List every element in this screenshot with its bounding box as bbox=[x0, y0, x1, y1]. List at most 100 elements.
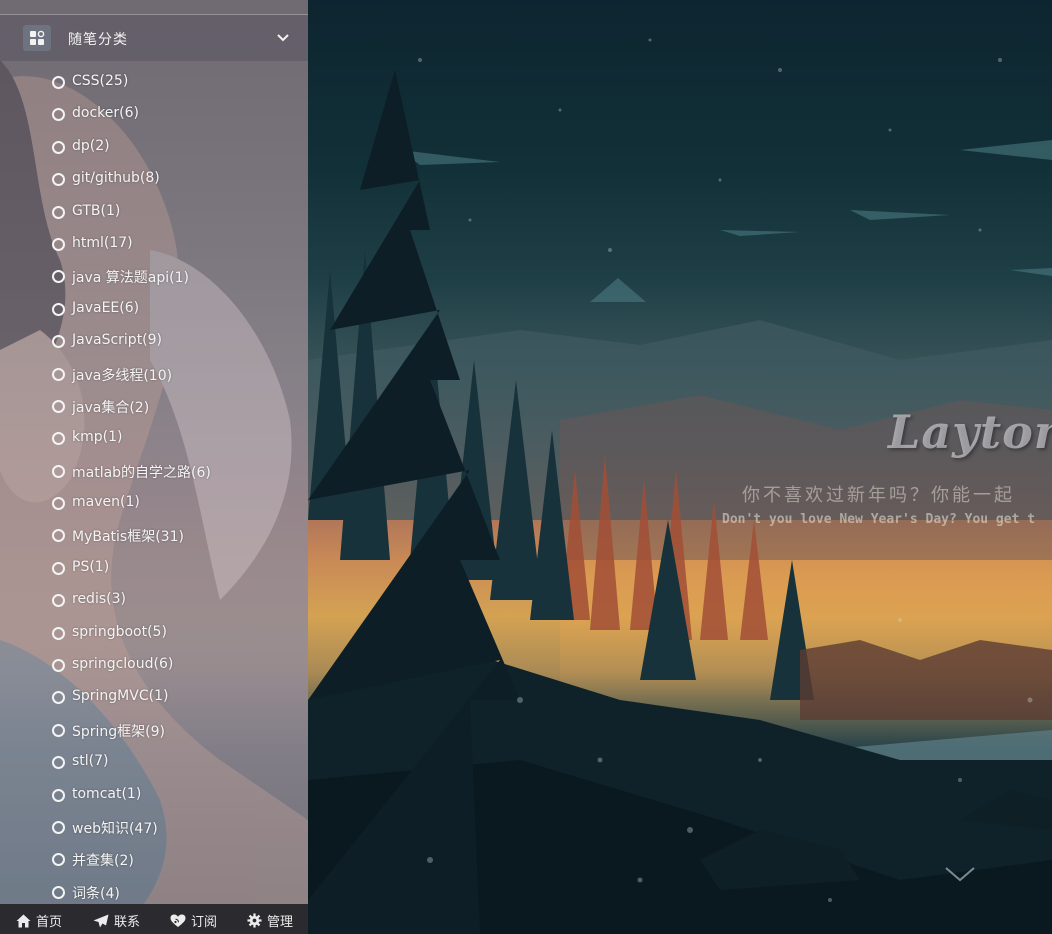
category-label[interactable]: springboot(5) bbox=[72, 624, 167, 640]
category-label[interactable]: stl(7) bbox=[72, 753, 109, 769]
category-label[interactable]: JavaEE(6) bbox=[72, 300, 139, 316]
category-item[interactable]: CSS(25) bbox=[0, 66, 308, 98]
grid-icon bbox=[23, 25, 51, 51]
category-label[interactable]: redis(3) bbox=[72, 591, 126, 607]
circle-bullet-icon bbox=[52, 820, 65, 834]
circle-bullet-icon bbox=[52, 399, 65, 413]
scroll-down-chevron-icon[interactable] bbox=[944, 862, 976, 886]
circle-bullet-icon bbox=[52, 205, 65, 219]
circle-bullet-icon bbox=[52, 853, 65, 867]
circle-bullet-icon bbox=[52, 76, 65, 89]
category-item[interactable]: maven(1) bbox=[0, 487, 308, 519]
category-item[interactable]: java多线程(10) bbox=[0, 358, 308, 390]
circle-bullet-icon bbox=[52, 529, 65, 543]
category-item[interactable]: redis(3) bbox=[0, 584, 308, 616]
nav-contact-label: 联系 bbox=[114, 915, 141, 930]
category-item[interactable]: JavaScript(9) bbox=[0, 325, 308, 357]
category-label[interactable]: 词条(4) bbox=[72, 883, 120, 903]
category-item[interactable]: stl(7) bbox=[0, 746, 308, 778]
category-label[interactable]: dp(2) bbox=[72, 138, 110, 154]
nav-home-label: 首页 bbox=[36, 915, 63, 930]
category-label[interactable]: springcloud(6) bbox=[72, 656, 173, 672]
paper-plane-icon bbox=[93, 914, 109, 927]
hero-subtitle-chinese: 你不喜欢过新年吗？你能一起 bbox=[742, 485, 1015, 506]
category-label[interactable]: web知识(47) bbox=[72, 818, 158, 838]
circle-bullet-icon bbox=[52, 659, 65, 673]
nav-home-link[interactable]: 首页 bbox=[16, 911, 62, 930]
site-brand-title: Layton bbox=[888, 405, 1052, 459]
category-label[interactable]: SpringMVC(1) bbox=[72, 688, 168, 704]
circle-bullet-icon bbox=[52, 367, 65, 381]
category-item[interactable]: docker(6) bbox=[0, 98, 308, 130]
category-item[interactable]: java 算法题api(1) bbox=[0, 260, 308, 292]
category-label[interactable]: PS(1) bbox=[72, 559, 109, 575]
category-label[interactable]: CSS(25) bbox=[72, 73, 128, 89]
circle-bullet-icon bbox=[52, 108, 65, 122]
home-icon bbox=[16, 914, 31, 927]
category-label[interactable]: MyBatis框架(31) bbox=[72, 526, 184, 546]
category-header[interactable]: 随笔分类 bbox=[0, 15, 308, 61]
category-item[interactable]: SpringMVC(1) bbox=[0, 681, 308, 713]
circle-bullet-icon bbox=[52, 723, 65, 737]
circle-bullet-icon bbox=[52, 140, 65, 154]
category-label[interactable]: JavaScript(9) bbox=[72, 332, 162, 348]
circle-bullet-icon bbox=[52, 302, 65, 316]
category-item[interactable]: git/github(8) bbox=[0, 163, 308, 195]
category-label[interactable]: java多线程(10) bbox=[72, 365, 172, 385]
sidebar: 随笔分类 CSS(25) docker(6) dp(2) git/github(… bbox=[0, 0, 308, 934]
chevron-down-icon[interactable] bbox=[276, 31, 290, 45]
circle-bullet-icon bbox=[52, 756, 65, 770]
category-header-title: 随笔分类 bbox=[68, 32, 128, 48]
circle-bullet-icon bbox=[52, 594, 65, 608]
category-label[interactable]: git/github(8) bbox=[72, 170, 160, 186]
category-item[interactable]: springcloud(6) bbox=[0, 649, 308, 681]
category-item[interactable]: dp(2) bbox=[0, 131, 308, 163]
category-item[interactable]: matlab的自学之路(6) bbox=[0, 455, 308, 487]
gear-icon bbox=[247, 913, 262, 928]
nav-subscribe-link[interactable]: 订阅 bbox=[170, 911, 217, 930]
blog-page: Layton 你不喜欢过新年吗？你能一起 Don't you love New … bbox=[0, 0, 1052, 934]
category-item[interactable]: Spring框架(9) bbox=[0, 714, 308, 746]
category-item[interactable]: springboot(5) bbox=[0, 617, 308, 649]
category-item[interactable]: JavaEE(6) bbox=[0, 293, 308, 325]
category-label[interactable]: 并查集(2) bbox=[72, 850, 134, 870]
category-label[interactable]: GTB(1) bbox=[72, 203, 120, 219]
category-label[interactable]: kmp(1) bbox=[72, 429, 122, 445]
category-label[interactable]: java集合(2) bbox=[72, 397, 149, 417]
nav-contact-link[interactable]: 联系 bbox=[93, 911, 140, 930]
nav-manage-label: 管理 bbox=[267, 915, 294, 930]
hero-subtitle-english: Don't you love New Year's Day? You get t bbox=[722, 512, 1036, 527]
circle-bullet-icon bbox=[52, 237, 65, 251]
circle-bullet-icon bbox=[52, 561, 65, 575]
category-item[interactable]: PS(1) bbox=[0, 552, 308, 584]
category-item[interactable]: GTB(1) bbox=[0, 196, 308, 228]
circle-bullet-icon bbox=[52, 270, 65, 284]
circle-bullet-icon bbox=[52, 626, 65, 640]
circle-bullet-icon bbox=[52, 432, 65, 446]
circle-bullet-icon bbox=[52, 335, 65, 349]
category-label[interactable]: maven(1) bbox=[72, 494, 140, 510]
category-list: CSS(25) docker(6) dp(2) git/github(8) GT… bbox=[0, 66, 308, 908]
category-label[interactable]: Spring框架(9) bbox=[72, 721, 165, 741]
circle-bullet-icon bbox=[52, 885, 65, 899]
heart-feed-icon bbox=[170, 914, 186, 927]
category-item[interactable]: 并查集(2) bbox=[0, 843, 308, 875]
category-item[interactable]: tomcat(1) bbox=[0, 779, 308, 811]
nav-manage-link[interactable]: 管理 bbox=[247, 911, 293, 930]
category-item[interactable]: java集合(2) bbox=[0, 390, 308, 422]
category-item[interactable]: kmp(1) bbox=[0, 422, 308, 454]
circle-bullet-icon bbox=[52, 788, 65, 802]
category-label[interactable]: html(17) bbox=[72, 235, 133, 251]
circle-bullet-icon bbox=[52, 464, 65, 478]
category-item[interactable]: MyBatis框架(31) bbox=[0, 519, 308, 551]
bottom-nav-bar: 首页 联系 订阅 管理 bbox=[0, 904, 308, 934]
circle-bullet-icon bbox=[52, 497, 65, 511]
circle-bullet-icon bbox=[52, 173, 65, 187]
category-label[interactable]: tomcat(1) bbox=[72, 786, 141, 802]
category-label[interactable]: docker(6) bbox=[72, 105, 139, 121]
category-item[interactable]: web知识(47) bbox=[0, 811, 308, 843]
nav-subscribe-label: 订阅 bbox=[191, 915, 218, 930]
category-label[interactable]: matlab的自学之路(6) bbox=[72, 462, 211, 482]
category-item[interactable]: html(17) bbox=[0, 228, 308, 260]
category-label[interactable]: java 算法题api(1) bbox=[72, 267, 189, 287]
